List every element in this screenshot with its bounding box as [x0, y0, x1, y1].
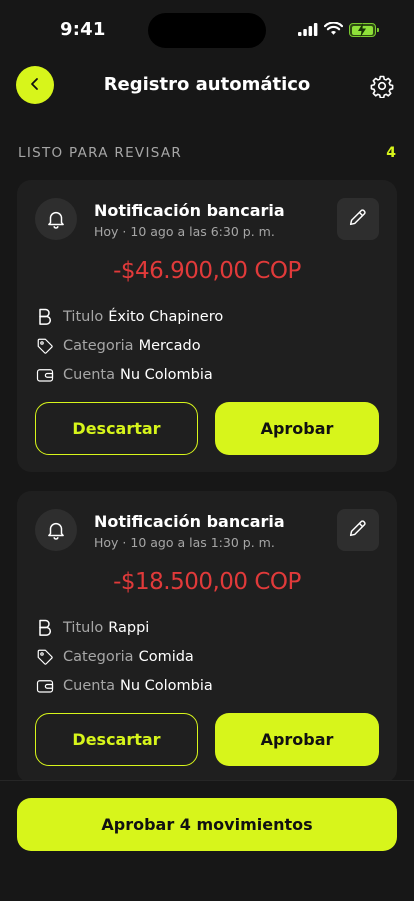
approve-button[interactable]: Aprobar [215, 713, 379, 766]
letter-b-icon [35, 618, 55, 638]
discard-button[interactable]: Descartar [35, 402, 198, 455]
detail-label: Titulo [63, 620, 104, 636]
bottom-action-bar: Aprobar 4 movimientos [0, 780, 414, 901]
wifi-icon [323, 21, 344, 40]
transaction-amount: -$18.500,00 COP [113, 569, 301, 595]
battery-icon [349, 23, 379, 37]
detail-value-categoria: Mercado [138, 338, 201, 354]
detail-value-cuenta: Nu Colombia [120, 367, 213, 383]
wallet-icon [35, 676, 55, 696]
detail-value-titulo: Éxito Chapinero [108, 309, 224, 325]
detail-account-row: Cuenta Nu Colombia [35, 365, 213, 385]
tag-icon [35, 647, 55, 667]
section-label: LISTO PARA REVISAR [18, 145, 183, 161]
dynamic-island [148, 13, 266, 48]
page-title: Registro automático [103, 74, 311, 95]
card-title: Notificación bancaria [94, 512, 285, 531]
bell-icon [35, 509, 77, 551]
detail-label: Cuenta [63, 367, 115, 383]
card-timestamp: Hoy · 10 ago a las 1:30 p. m. [94, 535, 275, 550]
edit-button[interactable] [337, 509, 379, 551]
transaction-card: Notificación bancaria Hoy · 10 ago a las… [17, 180, 397, 472]
card-timestamp: Hoy · 10 ago a las 6:30 p. m. [94, 224, 275, 239]
detail-value-titulo: Rappi [108, 620, 150, 636]
header: Registro automático [0, 64, 414, 106]
pending-count-badge: 4 [386, 145, 396, 161]
status-icons [298, 21, 379, 40]
approve-button[interactable]: Aprobar [215, 402, 379, 455]
detail-label: Categoria [63, 338, 134, 354]
detail-title-row: Titulo Rappi [35, 618, 149, 638]
detail-label: Categoria [63, 649, 134, 665]
detail-account-row: Cuenta Nu Colombia [35, 676, 213, 696]
detail-label: Cuenta [63, 678, 115, 694]
settings-button[interactable] [370, 74, 394, 99]
discard-button[interactable]: Descartar [35, 713, 198, 766]
detail-value-categoria: Comida [138, 649, 194, 665]
status-bar: 9:41 [0, 0, 414, 60]
transaction-amount: -$46.900,00 COP [113, 258, 301, 284]
tag-icon [35, 336, 55, 356]
detail-category-row: Categoria Mercado [35, 336, 201, 356]
approve-all-button[interactable]: Aprobar 4 movimientos [17, 798, 397, 851]
gear-icon [370, 75, 394, 102]
edit-button[interactable] [337, 198, 379, 240]
transaction-card: Notificación bancaria Hoy · 10 ago a las… [17, 491, 397, 783]
detail-category-row: Categoria Comida [35, 647, 194, 667]
bell-icon [35, 198, 77, 240]
section-header: LISTO PARA REVISAR 4 [18, 145, 396, 163]
pencil-icon [347, 206, 369, 232]
detail-label: Titulo [63, 309, 104, 325]
pencil-icon [347, 517, 369, 543]
letter-b-icon [35, 307, 55, 327]
detail-title-row: Titulo Éxito Chapinero [35, 307, 223, 327]
card-title: Notificación bancaria [94, 201, 285, 220]
signal-icon [298, 21, 318, 40]
wallet-icon [35, 365, 55, 385]
detail-value-cuenta: Nu Colombia [120, 678, 213, 694]
status-time: 9:41 [60, 19, 106, 40]
